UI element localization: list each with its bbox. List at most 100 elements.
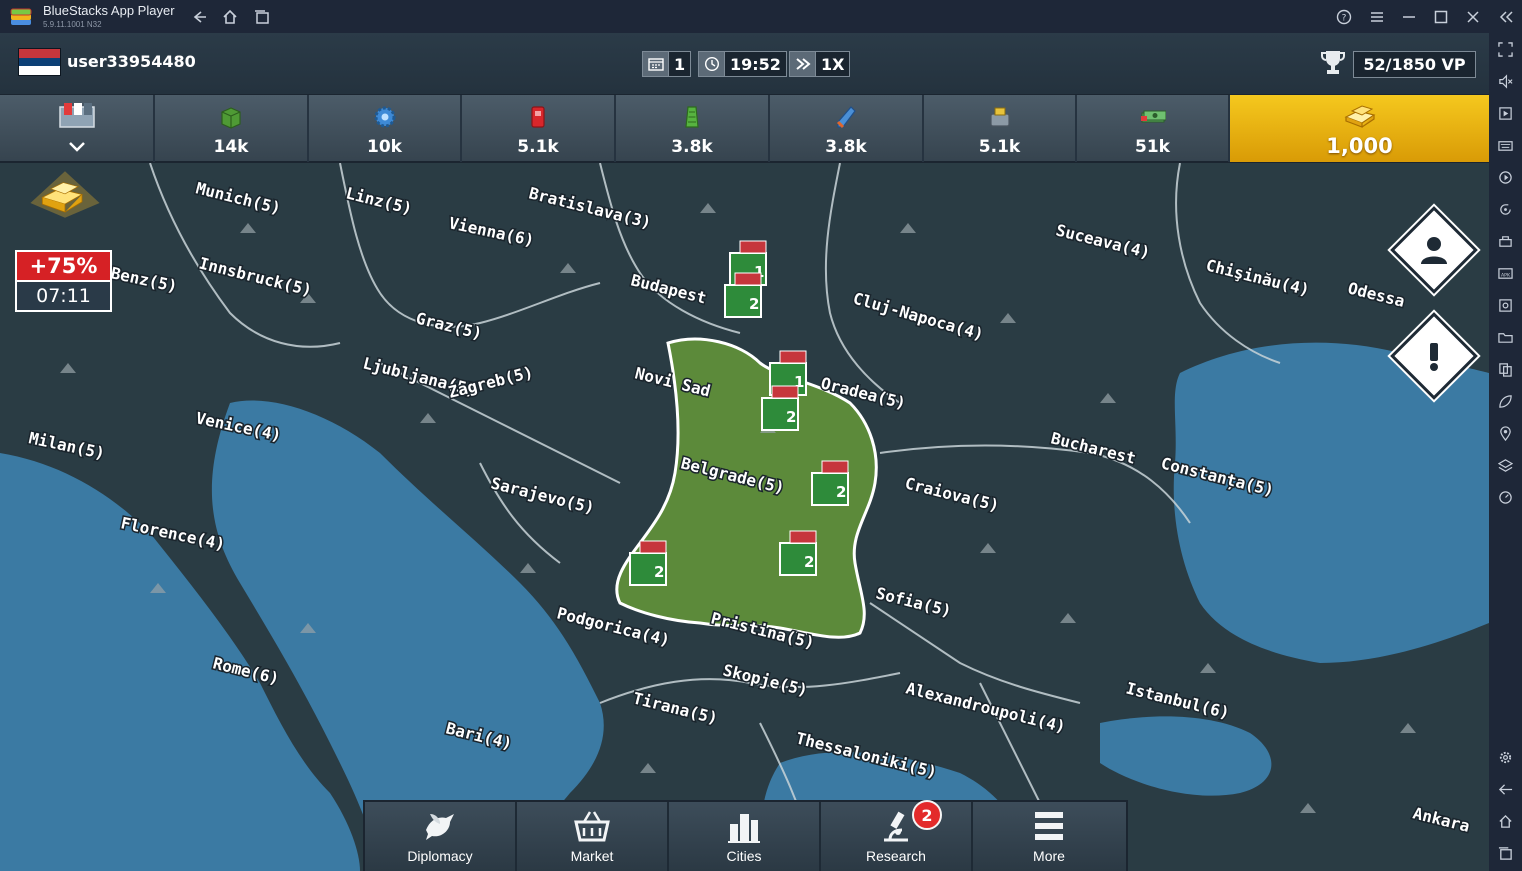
resource-manpower[interactable]: 5.1k [462,95,616,162]
gold-icon [1344,105,1376,128]
eco-mode-icon[interactable] [1497,393,1514,410]
electronics-icon [989,107,1010,127]
more-button[interactable]: More [973,802,1125,871]
window-version: 5.9.11.1001 N32 [43,20,102,29]
unit-flag [779,350,807,364]
volume-icon[interactable] [1497,73,1514,90]
rare-materials-icon [685,106,699,128]
media-icon[interactable] [1497,105,1514,122]
layers-icon[interactable] [1497,457,1514,474]
close-icon[interactable] [1461,5,1485,29]
basket-icon [574,811,610,842]
unit-count: 2 [749,295,759,313]
unit-flag [734,272,762,286]
money-icon [1140,110,1166,123]
fullscreen-icon[interactable] [1497,41,1514,58]
collapse-sidebar-icon[interactable] [1494,5,1518,29]
army-selector-icon [58,103,95,128]
minimize-icon[interactable] [1397,5,1421,29]
back-icon[interactable] [187,5,211,29]
copy-icon[interactable] [1497,361,1514,378]
chevron-down-icon[interactable] [68,141,86,153]
fast-forward-icon [790,52,816,76]
exclamation-icon [1430,343,1438,371]
resource-gold[interactable]: 1,000 [1230,95,1489,162]
cities-label: Cities [726,848,762,864]
resource-bar: 14k 10k 5.1k 3.8k 3.8k 5.1k 51k 1,000 [0,94,1489,163]
unit-count: 2 [786,408,796,426]
resource-supplies[interactable]: 14k [155,95,309,162]
game-speed[interactable]: 1X [789,51,851,77]
menu-icon [1035,812,1063,840]
fuel-value: 3.8k [825,137,867,157]
microscope-icon [884,811,908,842]
bluestacks-logo-icon [10,8,32,25]
clock-value: 19:52 [730,54,781,74]
person-icon [1421,237,1447,264]
speed-value: 1X [821,54,845,74]
resource-money[interactable]: 51k [1077,95,1230,162]
turn-counter: 1 [642,51,692,77]
window-titlebar: BlueStacks App Player 5.9.11.1001 N32 ? [0,0,1522,33]
performance-icon[interactable] [1497,489,1514,506]
army-selector[interactable] [0,95,155,162]
help-icon[interactable]: ? [1332,5,1356,29]
game-viewport: Munich(5) Linz(5) Bratislava(3) Vienna(6) In… [0,33,1489,871]
more-label: More [1033,848,1065,864]
settings-icon[interactable] [1497,749,1514,766]
resource-rare-materials[interactable]: 3.8k [616,95,770,162]
trophy-icon [1321,51,1345,74]
components-gear-icon [374,106,395,128]
keyboard-icon[interactable] [1497,137,1514,154]
apk-icon[interactable]: APK [1497,265,1514,282]
bonus-percent[interactable]: +75% [15,250,112,282]
home-icon[interactable] [218,5,242,29]
window-title: BlueStacks App Player [43,3,175,18]
svg-text:?: ? [1342,14,1347,24]
diplomacy-button[interactable]: Diplomacy [365,802,517,871]
manpower-value: 5.1k [517,137,559,157]
unit-flag [821,460,849,474]
macro-icon[interactable] [1497,169,1514,186]
unit-flag [771,385,799,399]
rare-materials-value: 3.8k [671,137,713,157]
svg-text:APK: APK [1501,272,1511,278]
cities-button[interactable]: Cities [669,802,821,871]
victory-points[interactable]: 52/1850 VP [1353,51,1476,78]
recent-apps-icon[interactable] [1497,845,1514,862]
maximize-icon[interactable] [1429,5,1453,29]
game-controls-icon[interactable] [1497,233,1514,250]
calendar-icon [643,52,669,76]
rotate-icon[interactable] [1497,201,1514,218]
player-username[interactable]: user33954480 [67,52,196,71]
resource-components[interactable]: 10k [309,95,462,162]
resource-electronics[interactable]: 5.1k [924,95,1077,162]
app-window: BlueStacks App Player 5.9.11.1001 N32 ? [0,0,1522,871]
unit-count: 2 [804,553,814,571]
multi-instance-icon[interactable] [250,5,274,29]
supplies-crate-icon [221,107,241,129]
screenshot-icon[interactable] [1497,297,1514,314]
gold-bonus-icon[interactable] [0,169,130,254]
strategy-map[interactable]: Munich(5) Linz(5) Bratislava(3)Vienna(6)In… [0,163,1489,871]
bottom-nav: Diplomacy Market Cities Research More [363,800,1128,871]
research-badge: 2 [912,800,942,830]
unit-count: 2 [654,563,664,581]
market-button[interactable]: Market [517,802,669,871]
android-back-icon[interactable] [1497,781,1514,798]
research-button[interactable]: Research [821,802,973,871]
android-home-icon[interactable] [1497,813,1514,830]
game-clock: 19:52 [698,51,787,77]
unit-flag [739,240,767,254]
market-label: Market [570,848,614,864]
unit-flag [639,540,667,554]
electronics-value: 5.1k [978,137,1021,157]
fuel-icon [836,106,856,129]
buildings-icon [728,814,760,843]
components-value: 10k [367,137,402,157]
menu-icon[interactable] [1365,5,1389,29]
folder-icon[interactable] [1497,329,1514,346]
dove-icon [426,814,454,840]
location-icon[interactable] [1497,425,1514,442]
resource-fuel[interactable]: 3.8k [770,95,924,162]
